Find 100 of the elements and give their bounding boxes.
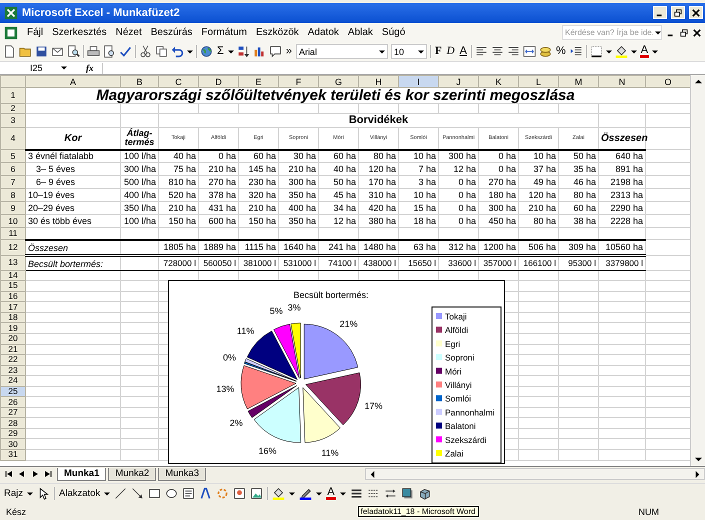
row-header[interactable]: 30 [0,438,26,450]
row-header[interactable]: 1 [0,88,26,104]
column-header[interactable]: F [278,76,318,88]
caret-icon[interactable] [316,490,322,497]
italic-button[interactable]: D [446,45,456,58]
magnifier-page-icon[interactable] [67,45,80,58]
row-header[interactable]: 8 [0,188,26,202]
merge-cells-icon[interactable] [522,45,536,58]
caret-icon[interactable] [104,490,110,497]
row-header[interactable]: 5 [0,150,26,163]
row-header[interactable]: 23 [0,365,26,376]
restore-icon[interactable] [680,28,688,37]
row-header[interactable]: 19 [0,322,26,334]
font-color-button[interactable]: A [326,487,336,500]
row-header[interactable]: 27 [0,407,26,418]
column-header[interactable]: D [198,76,238,88]
help-search-field[interactable]: Kérdése van? Írja be ide. [562,25,662,40]
oval-icon[interactable] [165,487,178,500]
close-button[interactable] [689,6,703,20]
wordart-icon[interactable] [199,487,212,500]
new-file-icon[interactable] [3,45,16,58]
menu-item[interactable]: Súgó [382,27,406,38]
caret-icon[interactable] [652,48,658,55]
line-weight-icon[interactable] [350,487,363,500]
caret-icon[interactable] [289,490,296,497]
scroll-down-icon[interactable] [694,456,702,463]
sheet-tab[interactable]: Munka2 [108,468,156,480]
menu-item[interactable]: Ablak [348,27,373,38]
restore-button[interactable] [671,6,685,20]
copy-icon[interactable] [155,45,168,58]
next-sheet-icon[interactable] [31,470,39,478]
rectangle-icon[interactable] [148,487,162,500]
row-header[interactable]: 7 [0,176,26,189]
row-header[interactable]: 16 [0,291,26,302]
insert-function-button[interactable]: fx [86,63,94,74]
scroll-right-icon[interactable] [694,470,701,478]
menu-item[interactable]: Szerkesztés [52,27,107,38]
checkmark-icon[interactable] [119,45,132,58]
column-header[interactable]: M [558,76,598,88]
caret-icon[interactable] [340,490,346,497]
line-icon[interactable] [114,487,128,500]
print-preview-icon[interactable] [103,45,116,58]
arrow-style-icon[interactable] [384,487,397,500]
scissors-icon[interactable] [139,45,152,58]
row-header[interactable]: 22 [0,354,26,366]
row-header[interactable]: 6 [0,162,26,176]
row-header[interactable]: 4 [0,128,26,150]
underline-button[interactable]: A [458,45,468,58]
paint-bucket-icon[interactable] [272,487,286,500]
printer-icon[interactable] [87,45,100,58]
envelope-icon[interactable] [51,45,64,58]
row-header[interactable]: 11 [0,228,26,240]
column-header[interactable]: G [318,76,358,88]
horizontal-scrollbar[interactable] [365,468,705,480]
borders-icon[interactable] [590,45,603,58]
row-header[interactable]: 10 [0,214,26,228]
row-header[interactable]: 31 [0,449,26,460]
column-header[interactable]: J [438,76,478,88]
caret-icon[interactable] [630,48,637,55]
menu-item[interactable]: Beszúrás [150,27,192,38]
row-header[interactable]: 18 [0,312,26,323]
draw-menu-button[interactable]: Rajz [4,488,24,500]
row-header[interactable]: 3 [0,114,26,128]
arrow-icon[interactable] [131,487,144,500]
first-sheet-icon[interactable] [5,470,13,478]
clipart-icon[interactable] [233,487,246,500]
column-header[interactable]: N [598,76,646,88]
caret-icon[interactable] [187,48,193,55]
name-box[interactable]: I25 [0,62,70,74]
cube-icon[interactable] [418,487,431,500]
row-header[interactable]: 26 [0,396,26,408]
row-header[interactable]: 29 [0,428,26,439]
vertical-scrollbar[interactable] [690,75,705,466]
row-header[interactable]: 24 [0,376,26,386]
spreadsheet-document-icon[interactable] [4,26,18,40]
image-icon[interactable] [250,487,264,500]
row-header[interactable]: 15 [0,280,26,292]
globe-icon[interactable] [200,45,213,58]
menu-item[interactable]: Fájl [27,27,44,38]
undo-arrow-icon[interactable] [171,45,184,58]
caret-icon[interactable] [228,48,234,55]
column-header[interactable]: C [158,76,198,88]
bar-chart-icon[interactable] [252,45,266,58]
column-header[interactable]: L [518,76,558,88]
row-header[interactable]: 21 [0,344,26,355]
caret-icon[interactable] [27,490,34,497]
column-header[interactable]: I [398,76,438,88]
coins-icon[interactable] [538,45,552,58]
row-header[interactable]: 25 [0,386,26,397]
chart-area[interactable]: Becsült bortermés: 5% 3% 11% 21% 0% 13% 17% 2% 16% 11% Tokaji Alföldi Egri Soproni Móri Villányi Somlói Pannonhalmi Balatoni Szekszárdi Zalai [168,280,505,464]
text-box-icon[interactable] [182,487,196,500]
sheet-tab[interactable]: Munka1 [57,468,106,480]
sort-icon[interactable] [236,45,250,58]
column-header[interactable]: O [646,76,690,88]
more-buttons[interactable]: » [284,45,293,58]
row-header[interactable]: 17 [0,302,26,312]
row-header[interactable]: 12 [0,240,26,256]
caret-icon[interactable] [606,48,612,55]
scroll-left-icon[interactable] [369,470,376,478]
column-header[interactable]: K [478,76,518,88]
